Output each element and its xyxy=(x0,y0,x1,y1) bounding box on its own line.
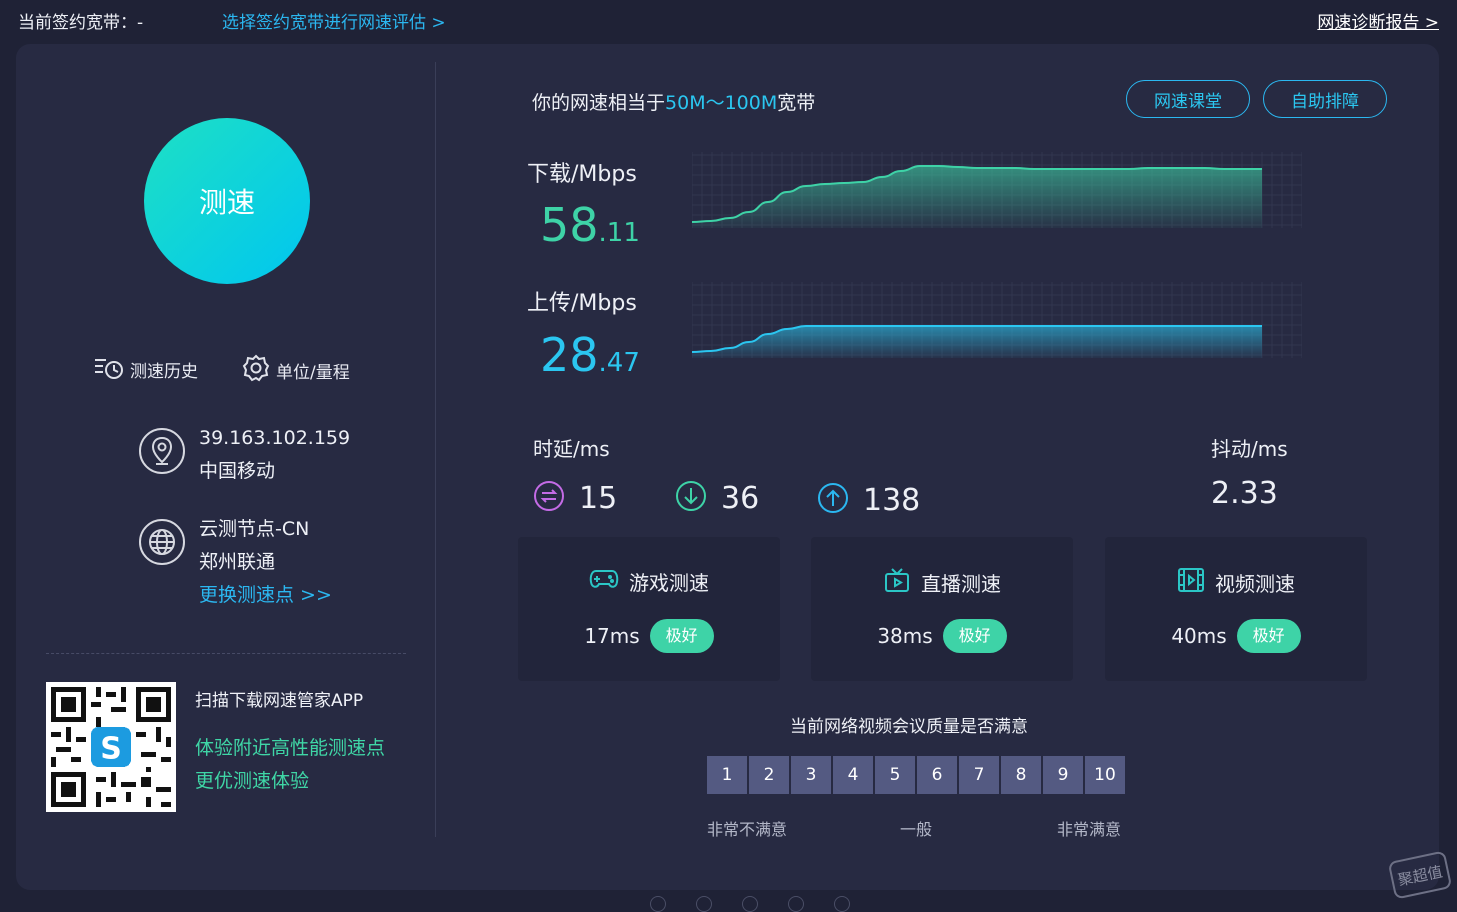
divider xyxy=(435,62,436,837)
ip-info: 39.163.102.159 中国移动 xyxy=(199,422,350,488)
select-bandwidth-link[interactable]: 选择签约宽带进行网速评估 > xyxy=(222,8,446,33)
scale-mid-label: 一般 xyxy=(900,820,933,839)
download-value: 58.11 xyxy=(540,202,640,248)
upload-dec: .47 xyxy=(598,348,640,378)
live-grade-badge: 极好 xyxy=(942,619,1007,653)
globe-icon xyxy=(139,519,185,565)
units-button[interactable]: 单位/量程 xyxy=(242,354,350,387)
page-dot[interactable] xyxy=(696,896,712,912)
history-label: 测速历史 xyxy=(130,362,198,382)
app-qr-code: S xyxy=(46,682,176,812)
self-troubleshoot-button[interactable]: 自助排障 xyxy=(1263,80,1387,118)
upload-int: 28 xyxy=(540,328,599,382)
latency-idle-icon xyxy=(533,480,565,516)
rating-scale: 1 2 3 4 5 6 7 8 9 10 xyxy=(707,756,1125,794)
page-dot[interactable] xyxy=(788,896,804,912)
rating-6[interactable]: 6 xyxy=(917,756,957,794)
node-info: 云测节点-CN 郑州联通 更换测速点 >> xyxy=(199,513,332,612)
upload-label: 上传/Mbps xyxy=(527,291,637,316)
page-dot[interactable] xyxy=(834,896,850,912)
arrow-up-icon xyxy=(817,482,849,518)
latency-up-value: 138 xyxy=(863,482,921,518)
video-latency: 40ms xyxy=(1171,624,1227,648)
download-chart xyxy=(692,152,1302,228)
page-dots xyxy=(650,896,850,912)
film-icon xyxy=(1177,567,1205,598)
latency-idle: 15 xyxy=(533,480,617,516)
video-grade-badge: 极好 xyxy=(1236,619,1301,653)
equiv-value: 50M～100M xyxy=(665,92,778,114)
qr-promo: 体验附近高性能测速点 更优测速体验 xyxy=(195,732,385,798)
equiv-suffix: 宽带 xyxy=(777,92,816,114)
speed-class-button[interactable]: 网速课堂 xyxy=(1126,80,1250,118)
bandwidth-equivalent: 你的网速相当于50M～100M宽带 xyxy=(532,88,815,115)
rating-3[interactable]: 3 xyxy=(791,756,831,794)
svg-text:S: S xyxy=(100,732,122,767)
video-speed-card[interactable]: 视频测速 40ms 极好 xyxy=(1105,537,1367,681)
latency-idle-value: 15 xyxy=(579,480,618,516)
jitter-value: 2.33 xyxy=(1211,476,1278,511)
scale-high-label: 非常满意 xyxy=(1057,820,1122,839)
rating-2[interactable]: 2 xyxy=(749,756,789,794)
start-speed-test-button[interactable]: 测速 xyxy=(144,118,310,284)
equiv-prefix: 你的网速相当于 xyxy=(532,92,666,114)
history-icon xyxy=(94,354,124,385)
game-title: 游戏测速 xyxy=(629,571,709,595)
change-node-link[interactable]: 更换测速点 >> xyxy=(199,579,332,612)
download-int: 58 xyxy=(540,198,599,252)
location-icon xyxy=(139,428,185,474)
live-title: 直播测速 xyxy=(921,572,1001,596)
live-latency: 38ms xyxy=(877,624,933,648)
jitter-label: 抖动/ms xyxy=(1211,437,1288,461)
latency-label: 时延/ms xyxy=(533,437,610,461)
units-label: 单位/量程 xyxy=(276,363,350,383)
ip-address: 39.163.102.159 xyxy=(199,427,351,449)
node-city: 郑州联通 xyxy=(199,551,276,573)
rating-1[interactable]: 1 xyxy=(707,756,747,794)
rating-5[interactable]: 5 xyxy=(875,756,915,794)
qr-promo-line2: 更优测速体验 xyxy=(195,770,310,792)
qr-title: 扫描下载网速管家APP xyxy=(195,691,364,711)
upload-chart xyxy=(692,282,1302,358)
latency-down: 36 xyxy=(675,480,759,516)
rating-4[interactable]: 4 xyxy=(833,756,873,794)
contract-bandwidth-label: 当前签约宽带：- xyxy=(18,13,144,33)
node-name: 云测节点-CN xyxy=(199,518,310,540)
rating-10[interactable]: 10 xyxy=(1085,756,1125,794)
download-label: 下载/Mbps xyxy=(527,162,637,187)
dashed-divider xyxy=(46,653,406,654)
page-dot[interactable] xyxy=(650,896,666,912)
tv-icon xyxy=(883,567,911,598)
latency-up: 138 xyxy=(817,482,920,518)
video-title: 视频测速 xyxy=(1215,572,1295,596)
download-dec: .11 xyxy=(598,218,640,248)
rating-9[interactable]: 9 xyxy=(1043,756,1083,794)
history-button[interactable]: 测速历史 xyxy=(94,354,198,385)
live-speed-card[interactable]: 直播测速 38ms 极好 xyxy=(811,537,1073,681)
game-grade-badge: 极好 xyxy=(649,619,714,653)
gear-icon xyxy=(242,354,270,387)
qr-promo-line1: 体验附近高性能测速点 xyxy=(195,737,386,759)
game-latency: 17ms xyxy=(584,624,640,648)
arrow-down-icon xyxy=(675,480,707,516)
gamepad-icon xyxy=(589,567,619,596)
isp-name: 中国移动 xyxy=(199,460,276,482)
latency-down-value: 36 xyxy=(721,480,760,516)
scale-low-label: 非常不满意 xyxy=(707,820,788,839)
diagnosis-report-link[interactable]: 网速诊断报告 > xyxy=(1317,8,1439,33)
upload-value: 28.47 xyxy=(540,332,640,378)
game-speed-card[interactable]: 游戏测速 17ms 极好 xyxy=(518,537,780,681)
page-dot[interactable] xyxy=(742,896,758,912)
rating-7[interactable]: 7 xyxy=(959,756,999,794)
survey-question: 当前网络视频会议质量是否满意 xyxy=(790,717,1028,737)
rating-8[interactable]: 8 xyxy=(1001,756,1041,794)
